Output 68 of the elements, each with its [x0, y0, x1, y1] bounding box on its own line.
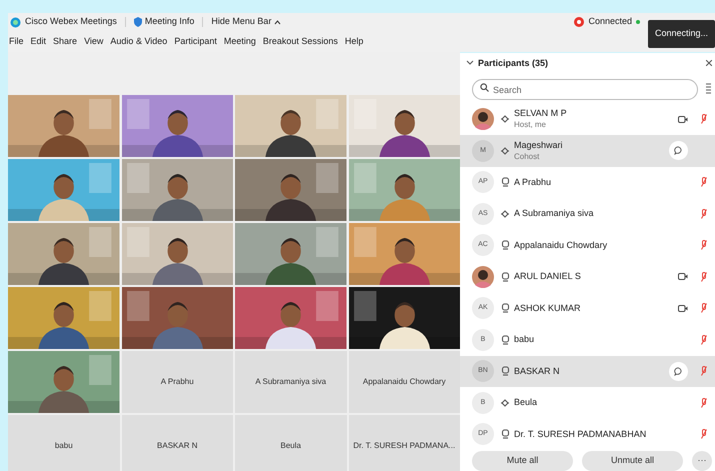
menu-item[interactable]: Meeting	[224, 34, 256, 48]
tile-name: babu	[54, 440, 73, 452]
app-title: Cisco Webex Meetings	[25, 15, 117, 28]
speaker-icon	[500, 334, 510, 345]
search-field[interactable]: Search	[472, 79, 698, 100]
muted-microphone-icon[interactable]	[701, 429, 707, 440]
chat-icon	[674, 366, 683, 376]
participant-role: Host, me	[514, 119, 548, 130]
chat-button[interactable]	[669, 141, 688, 160]
muted-microphone-icon[interactable]	[701, 303, 707, 314]
footer-button[interactable]: Unmute all	[582, 451, 683, 471]
menu-item[interactable]: File	[9, 34, 24, 48]
tile-name: BASKAR N	[157, 440, 198, 452]
menu-item[interactable]: Breakout Sessions	[262, 34, 338, 48]
tile-name: A Prabhu	[160, 376, 194, 388]
speaker-icon	[500, 272, 510, 282]
muted-microphone-icon[interactable]	[701, 366, 707, 376]
tile-name: Appalanaidu Chowdary	[362, 376, 446, 388]
close-icon[interactable]	[706, 60, 712, 66]
participant-name: ASHOK KUMAR	[514, 302, 581, 314]
speaker-icon	[500, 366, 510, 376]
speaker-icon	[500, 177, 510, 188]
tile-name: Dr. T. SURESH PADMANA...	[353, 440, 456, 452]
muted-microphone-icon[interactable]	[701, 114, 707, 124]
hide-menu-bar-button[interactable]: Hide Menu Bar	[211, 15, 282, 29]
menu-item[interactable]: Share	[53, 34, 78, 48]
chevron-icon	[466, 60, 474, 66]
muted-microphone-icon[interactable]	[701, 334, 707, 345]
menu-item[interactable]: Participant	[174, 34, 217, 48]
participant-name: Appalanaidu Chowdary	[514, 240, 608, 251]
menu-item[interactable]: Audio & Video	[110, 34, 168, 48]
speaker-icon	[500, 303, 510, 314]
tooltip: Connecting...	[648, 20, 715, 48]
tile-name: A Subramaniya siva	[255, 376, 326, 388]
meeting-info-button[interactable]: Meeting Info	[134, 15, 194, 29]
participant-name: babu	[514, 334, 534, 346]
participant-name: A Prabhu	[514, 176, 552, 188]
participant-name: SELVAN M P	[514, 108, 567, 120]
participant-name: BASKAR N	[514, 366, 560, 377]
menu-item[interactable]: Help	[344, 34, 364, 48]
chat-icon	[674, 146, 683, 156]
caret-icon	[274, 20, 282, 24]
panel-title: Participants (35)	[478, 56, 548, 70]
speaker-icon	[500, 240, 510, 250]
chat-button[interactable]	[669, 362, 688, 381]
footer-button[interactable]: Mute all	[472, 451, 573, 471]
menu-item[interactable]: Edit	[30, 34, 46, 48]
muted-microphone-icon[interactable]	[701, 208, 707, 219]
connection-status: Connected	[588, 15, 632, 28]
app-logo-icon	[10, 16, 21, 28]
participant-name: Dr. T. SURESH PADMANABHAN	[514, 428, 646, 440]
participant-name: Mageshwari	[514, 140, 563, 151]
muted-microphone-icon[interactable]	[701, 272, 707, 282]
participant-name: A Subramaniya siva	[514, 208, 594, 220]
participant-name: Beula	[514, 397, 538, 408]
more-button[interactable]: ···	[692, 451, 712, 471]
muted-microphone-icon[interactable]	[701, 240, 707, 250]
participant-role: Cohost	[514, 150, 540, 162]
muted-microphone-icon[interactable]	[701, 398, 707, 408]
menu-item[interactable]: View	[84, 34, 104, 48]
shield-icon	[134, 17, 142, 27]
record-icon	[574, 17, 584, 27]
sort-icon[interactable]	[706, 83, 711, 94]
search-icon	[480, 82, 489, 92]
speaker-icon	[500, 429, 510, 440]
participant-name: ARUL DANIEL S	[514, 271, 581, 282]
tile-name: Beula	[280, 440, 301, 452]
muted-microphone-icon[interactable]	[701, 177, 707, 188]
